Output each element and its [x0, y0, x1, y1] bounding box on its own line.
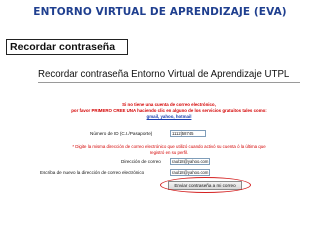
section-label: Recordar contraseña: [6, 39, 128, 55]
email-row: Dirección de correo raul18@yahoo.com: [38, 158, 300, 169]
email-repeat-input[interactable]: raul18@yahoo.com: [170, 169, 210, 176]
button-highlight-ellipse: [160, 177, 251, 193]
notice-line-2: por favor PRIMERO CREE UNA haciendo clic…: [71, 108, 267, 113]
email-provider-links[interactable]: gmail, yahoo, hotmail: [38, 114, 300, 120]
email-input[interactable]: raul18@yahoo.com: [170, 158, 210, 165]
page-heading: Recordar contraseña Entorno Virtual de A…: [38, 69, 290, 80]
id-row: Número de ID (C.I./Pasaporte) 1112|58745: [38, 130, 300, 141]
email-repeat-label: Escriba de nuevo la dirección de correo …: [40, 170, 145, 175]
heading-divider: [38, 82, 300, 83]
id-input[interactable]: 1112|58745: [170, 130, 206, 137]
slide-title: ENTORNO VIRTUAL DE APRENDIZAJE (EVA): [33, 6, 287, 18]
email-repeat-row: Escriba de nuevo la dirección de correo …: [38, 169, 300, 180]
email-label: Dirección de correo: [121, 159, 161, 164]
notice-line-1: Si no tiene una cuenta de correo electró…: [122, 102, 216, 107]
form-screenshot: Recordar contraseña Entorno Virtual de A…: [38, 67, 300, 227]
id-label: Número de ID (C.I./Pasaporte): [90, 131, 153, 136]
email-note-line-2: registró en su perfil.: [149, 149, 189, 155]
